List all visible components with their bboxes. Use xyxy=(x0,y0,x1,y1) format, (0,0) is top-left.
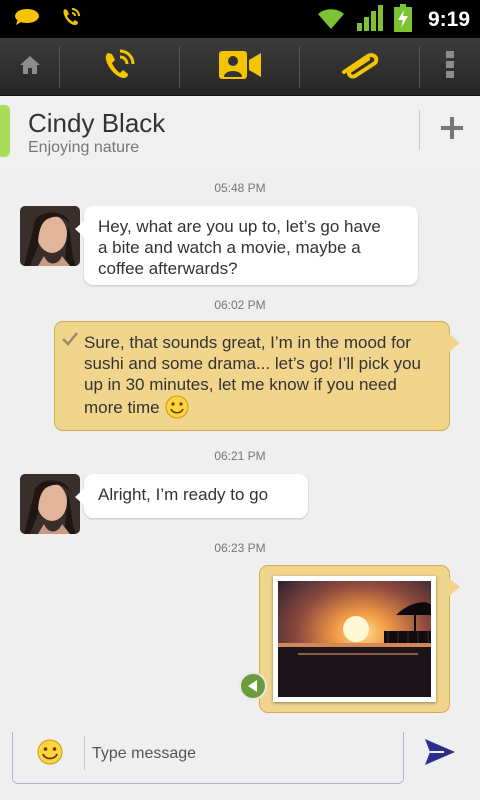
message-text-line: up in 30 minutes, let me know if you nee… xyxy=(84,375,397,394)
message-timestamp: 06:02 PM xyxy=(214,298,266,312)
overflow-menu-button[interactable] xyxy=(420,38,480,96)
contact-status: Enjoying nature xyxy=(28,139,140,156)
incoming-message-bubble[interactable]: Hey, what are you up to, let’s go have a… xyxy=(75,206,418,285)
plus-icon xyxy=(441,117,463,143)
header-divider xyxy=(419,110,420,150)
attachment-button[interactable] xyxy=(300,38,420,96)
message-text-line: a bite and watch a movie, maybe a xyxy=(98,238,361,257)
add-contact-button[interactable] xyxy=(432,110,472,150)
chat-bubble-icon xyxy=(14,8,40,30)
contact-name: Cindy Black xyxy=(28,108,166,138)
video-call-icon xyxy=(217,49,263,85)
message-text-line: Sure, that sounds great, I’m in the mood… xyxy=(84,333,411,352)
presence-indicator xyxy=(0,105,10,157)
signal-icon xyxy=(356,5,384,35)
caret-left-icon xyxy=(248,676,258,697)
send-icon xyxy=(424,739,456,770)
message-text-line: more time xyxy=(84,397,160,417)
composer-bar xyxy=(0,720,480,800)
message-timestamp: 06:21 PM xyxy=(214,449,266,463)
outgoing-photo-bubble[interactable] xyxy=(239,565,460,713)
attachment-icon xyxy=(338,50,382,84)
message-timestamp: 05:48 PM xyxy=(214,181,266,195)
action-bar xyxy=(0,38,480,96)
delivery-status-button[interactable] xyxy=(239,672,267,700)
message-text-line: sushi and some drama... let’s go! I’ll p… xyxy=(84,354,422,373)
message-input[interactable] xyxy=(92,740,392,768)
contact-header[interactable]: Cindy Black Enjoying nature xyxy=(0,96,480,170)
photo-frame xyxy=(273,576,436,702)
incoming-message-bubble[interactable]: Alright, I’m ready to go xyxy=(75,474,308,518)
composer-divider xyxy=(84,736,85,770)
sunset-photo[interactable] xyxy=(278,581,431,697)
message-text-line: Hey, what are you up to, let’s go have xyxy=(98,217,381,236)
smiley-icon xyxy=(165,395,189,419)
overflow-menu-icon xyxy=(446,51,454,83)
avatar[interactable] xyxy=(20,206,80,266)
outgoing-message-bubble[interactable]: Sure, that sounds great, I’m in the mood… xyxy=(54,321,460,431)
incoming-call-icon xyxy=(60,6,82,32)
message-text-line: coffee afterwards? xyxy=(98,259,238,278)
emoji-button[interactable] xyxy=(36,738,64,770)
clock: 9:19 xyxy=(427,8,470,31)
status-bar: 9:19 xyxy=(0,0,480,38)
avatar[interactable] xyxy=(20,474,80,534)
send-button[interactable] xyxy=(424,738,456,770)
home-button[interactable] xyxy=(0,38,60,96)
battery-charging-icon xyxy=(393,4,412,36)
wifi-icon xyxy=(316,6,346,34)
smiley-icon xyxy=(36,739,64,770)
voice-call-button[interactable] xyxy=(60,38,180,96)
checkmark-icon xyxy=(62,330,78,351)
home-icon xyxy=(19,55,41,79)
message-text-line: Alright, I’m ready to go xyxy=(98,485,269,504)
voice-call-icon xyxy=(100,47,140,87)
message-timestamp: 06:23 PM xyxy=(214,541,266,555)
video-call-button[interactable] xyxy=(180,38,300,96)
